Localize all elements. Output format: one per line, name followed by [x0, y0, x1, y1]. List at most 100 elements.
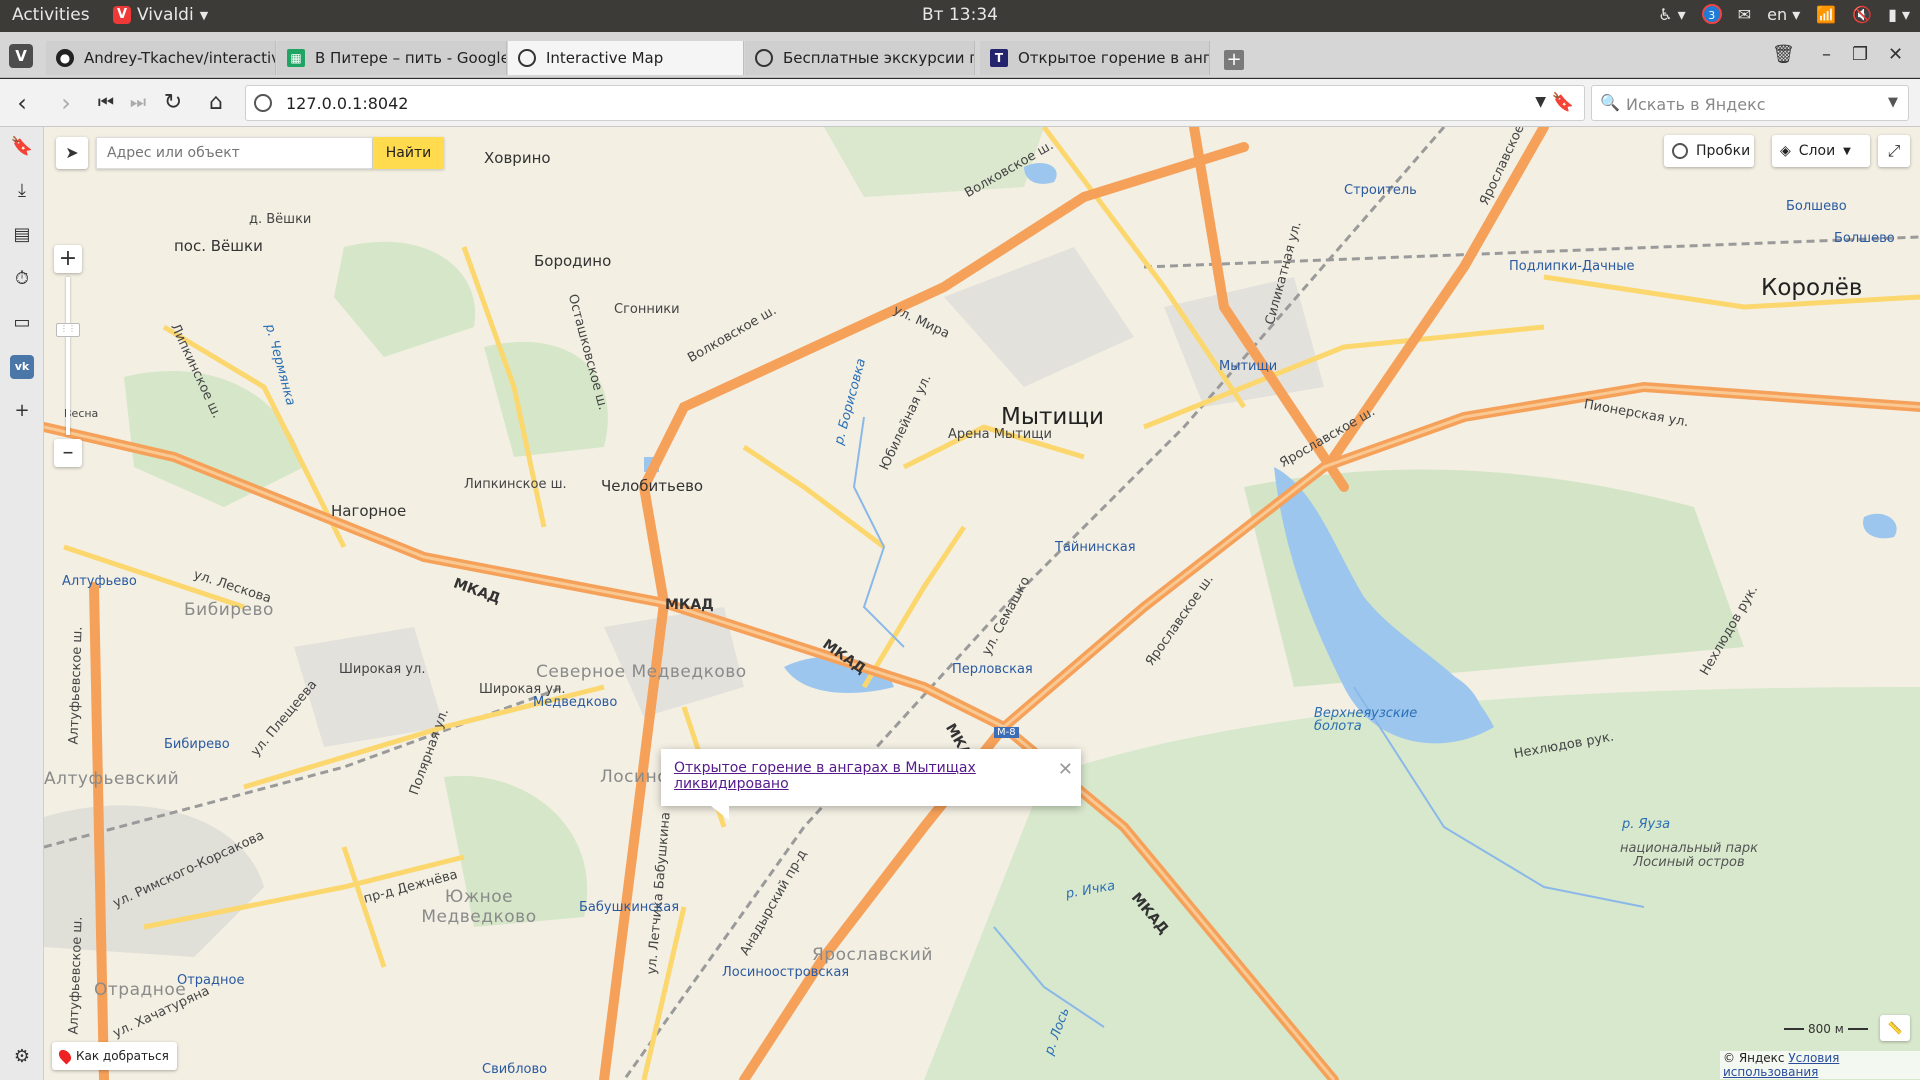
balloon-tail: [711, 806, 729, 820]
station-label-taininskaya[interactable]: Тайнинская: [1055, 540, 1136, 555]
battery-icon[interactable]: ▮ ▾: [1888, 5, 1910, 24]
close-icon[interactable]: ✕: [1058, 759, 1073, 780]
metro-label-altufevo[interactable]: Алтуфьево: [62, 574, 137, 589]
add-panel-icon[interactable]: +: [10, 399, 34, 423]
tab-google-sheets[interactable]: ▦ В Питере – пить - Google Та: [277, 41, 507, 75]
district-label-yaroslavsky[interactable]: Ярославский: [812, 945, 933, 965]
place-label-borodino[interactable]: Бородино: [534, 252, 611, 270]
place-label-nagornoe[interactable]: Нагорное: [331, 502, 406, 520]
traffic-button[interactable]: Пробки: [1664, 135, 1754, 167]
window-panel-icon[interactable]: ▭: [10, 311, 34, 335]
place-label-vyoshki[interactable]: д. Вёшки: [249, 212, 311, 227]
map-balloon: Открытое горение в ангарах в Мытищах лик…: [661, 749, 1081, 820]
find-button[interactable]: Найти: [373, 137, 444, 169]
keyboard-layout[interactable]: en ▾: [1767, 5, 1800, 24]
tab-excursions[interactable]: Бесплатные экскурсии про: [745, 41, 975, 75]
station-label-podlipki[interactable]: Подлипки-Дачные: [1509, 259, 1635, 274]
map-canvas[interactable]: Мытищи Королёв Арена Мытищи Ховрино д. В…: [44, 127, 1920, 1080]
park-label-losiny-ostrov[interactable]: национальный парк Лосиный остров: [1614, 842, 1764, 870]
bookmarks-panel-icon[interactable]: 🔖: [10, 135, 34, 159]
route-button[interactable]: Как добраться: [52, 1042, 177, 1070]
vk-panel-icon[interactable]: vk: [10, 355, 34, 379]
layers-button[interactable]: ◈ Слои ▼: [1772, 135, 1870, 167]
traffic-label: Пробки: [1696, 143, 1751, 159]
forward-button[interactable]: ›: [52, 89, 80, 117]
road-label-shirokaya-1[interactable]: Широкая ул.: [339, 662, 425, 677]
district-label-altufevsky[interactable]: Алтуфьевский: [44, 769, 179, 789]
home-button[interactable]: ⌂: [202, 89, 230, 117]
fullscreen-button[interactable]: ⤢: [1878, 135, 1910, 167]
vivaldi-menu-button[interactable]: V: [9, 44, 33, 68]
water-label-yauza[interactable]: р. Яуза: [1622, 817, 1670, 832]
bookmark-icon[interactable]: 🔖: [1552, 92, 1574, 113]
place-label-chelobitevo[interactable]: Челобитьево: [601, 477, 703, 495]
notes-panel-icon[interactable]: ▤: [10, 223, 34, 247]
globe-icon: [518, 49, 536, 67]
new-tab-button[interactable]: +: [1224, 50, 1244, 70]
station-label-bolshevo-1[interactable]: Болшево: [1786, 199, 1847, 214]
geolocation-button[interactable]: ➤: [56, 137, 88, 169]
fast-forward-button[interactable]: ⏭: [124, 89, 152, 117]
accessibility-icon[interactable]: ♿ ▾: [1658, 5, 1685, 24]
metro-label-bibirevo[interactable]: Бибирево: [164, 737, 230, 752]
chevron-down-icon[interactable]: ▼: [1888, 95, 1898, 110]
app-menu[interactable]: V Vivaldi ▼: [113, 5, 208, 25]
tab-interactive-map[interactable]: Interactive Map: [508, 41, 744, 75]
notification-badge[interactable]: 3: [1701, 4, 1722, 24]
copyright-text: © Яндекс: [1723, 1051, 1785, 1065]
metro-label-otradnoe[interactable]: Отрадное: [177, 973, 244, 988]
balloon-news-link[interactable]: Открытое горение в ангарах в Мытищах лик…: [674, 760, 1081, 792]
rewind-button[interactable]: ⏮: [92, 89, 120, 117]
station-label-losinoostrovskaya[interactable]: Лосиноостровская: [722, 965, 849, 980]
zoom-slider-handle[interactable]: ⋮⋮: [56, 323, 80, 337]
activities-button[interactable]: Activities: [12, 5, 90, 25]
zoom-out-button[interactable]: –: [54, 439, 82, 467]
reload-button[interactable]: ↻: [159, 89, 187, 117]
water-label-verkhneyauzskie[interactable]: Верхнеяузские болота: [1314, 707, 1424, 733]
place-label-sgonniki[interactable]: Сгонники: [614, 302, 680, 317]
address-field[interactable]: 127.0.0.1:8042 ▼ 🔖: [245, 85, 1585, 121]
tab-github[interactable]: ● Andrey-Tkachev/interactive: [46, 41, 276, 75]
metro-label-babushkinskaya[interactable]: Бабушкинская: [579, 900, 679, 915]
wifi-icon[interactable]: 📶: [1816, 5, 1836, 24]
place-label-khovrino[interactable]: Ховрино: [484, 149, 551, 167]
station-label-mytishchi[interactable]: Мытищи: [1219, 359, 1277, 374]
close-window-button[interactable]: ✕: [1888, 44, 1903, 65]
station-label-bolshevo-2[interactable]: Болшево: [1834, 231, 1895, 246]
back-button[interactable]: ‹: [8, 89, 36, 117]
station-label-stroitel[interactable]: Строитель: [1344, 183, 1417, 198]
route-label: Как добраться: [76, 1049, 169, 1063]
road-label-lipkinskoe[interactable]: Липкинское ш.: [464, 477, 567, 492]
place-label-pos-vyoshki[interactable]: пос. Вёшки: [174, 237, 263, 255]
district-label-sev-medvedkovo[interactable]: Северное Медведково: [536, 662, 747, 682]
poi-arena-mytishchi[interactable]: Арена Мытищи: [948, 427, 1052, 442]
maximize-button[interactable]: ❐: [1852, 44, 1868, 65]
volume-icon[interactable]: 🔇: [1852, 5, 1872, 24]
district-label-otradnoe[interactable]: Отрадное: [94, 980, 186, 1000]
copyright-line: © Яндекс Условия использования: [1720, 1051, 1920, 1079]
trash-icon[interactable]: 🗑: [1772, 44, 1795, 65]
city-label-korolev[interactable]: Королёв: [1761, 275, 1862, 301]
zoom-slider-track[interactable]: [66, 277, 70, 435]
ruler-button[interactable]: 📏: [1880, 1015, 1910, 1041]
metro-label-medvedkovo[interactable]: Медведково: [533, 695, 617, 710]
station-label-perlovskaya[interactable]: Перловская: [952, 662, 1033, 677]
downloads-panel-icon[interactable]: ⤓: [10, 179, 34, 203]
tab-tass-news[interactable]: T Открытое горение в ангар: [980, 41, 1210, 75]
chevron-down-icon[interactable]: ▼: [1535, 94, 1546, 110]
zoom-in-button[interactable]: +: [54, 245, 82, 273]
github-icon: ●: [56, 49, 74, 67]
messaging-icon[interactable]: ✉: [1738, 5, 1751, 24]
settings-gear-icon[interactable]: ⚙: [10, 1045, 34, 1069]
map-search-input[interactable]: [96, 137, 373, 169]
clock[interactable]: Вт 13:34: [922, 5, 998, 25]
site-info-icon[interactable]: [254, 94, 272, 112]
metro-label-sviblovo[interactable]: Свиблово: [482, 1062, 547, 1077]
road-label-mkad-2[interactable]: МКАД: [665, 597, 714, 613]
road-badge-m8[interactable]: М-8: [994, 727, 1019, 738]
history-panel-icon[interactable]: ⏱: [10, 267, 34, 291]
district-label-yuzh-medvedkovo[interactable]: Южное Медведково: [414, 887, 544, 927]
search-field[interactable]: 🔍 Искать в Яндекс ▼: [1591, 85, 1909, 121]
minimize-button[interactable]: –: [1822, 44, 1831, 65]
district-label-losino[interactable]: Лосино: [600, 767, 668, 787]
